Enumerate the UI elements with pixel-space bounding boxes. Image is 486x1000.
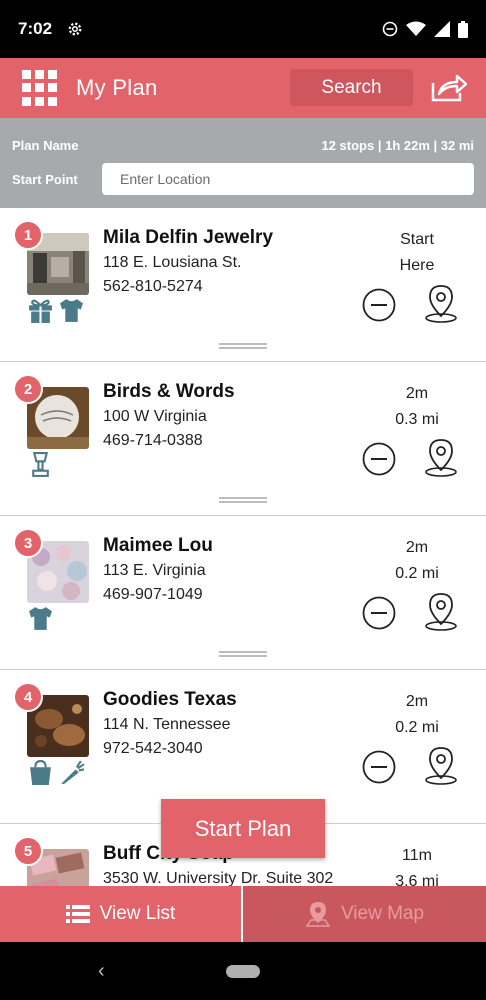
stop-name: Maimee Lou <box>103 535 213 556</box>
stop-name: Birds & Words <box>103 381 235 402</box>
battery-icon <box>458 20 468 38</box>
stop-number-badge: 3 <box>13 528 43 558</box>
stops-list: 1 Mila Delfin Jewelry 118 E. Lousiana St… <box>0 208 486 886</box>
remove-stop-icon[interactable] <box>362 596 396 630</box>
lamp-icon <box>32 452 49 477</box>
home-pill[interactable] <box>226 965 260 978</box>
stop-categories <box>27 451 54 478</box>
plan-stats: 12 stops | 1h 22m | 32 mi <box>321 138 474 153</box>
stop-travel-info: 11m 3.6 mi <box>372 843 462 886</box>
stop-item[interactable]: 2 Birds & Words 100 W Virginia 469-714-0… <box>0 362 486 516</box>
stop-item[interactable]: 1 Mila Delfin Jewelry 118 E. Lousiana St… <box>0 208 486 362</box>
stop-travel-time: 2m <box>405 385 429 402</box>
stop-phone[interactable]: 469-907-1049 <box>103 586 203 604</box>
start-plan-button[interactable]: Start Plan <box>161 799 325 858</box>
stop-name: Goodies Texas <box>103 689 237 710</box>
search-button[interactable]: Search <box>290 69 413 106</box>
page-title: My Plan <box>76 75 158 100</box>
stop-categories <box>27 759 85 786</box>
stop-travel-time: Start <box>400 231 434 248</box>
drag-handle[interactable] <box>219 651 267 658</box>
stop-travel-distance: 0.2 mi <box>395 565 439 582</box>
stop-item[interactable]: 3 Maimee Lou 113 E. Virginia 469-907-104… <box>0 516 486 670</box>
stop-travel-distance: 3.6 mi <box>395 873 439 886</box>
map-pin-icon[interactable] <box>424 592 458 632</box>
stop-travel-info: 2m 0.2 mi <box>372 689 462 741</box>
stop-address: 3530 W. University Dr. Suite 302 <box>103 870 334 886</box>
tab-view-map[interactable]: View Map <box>243 886 486 942</box>
stop-address: 113 E. Virginia <box>103 562 206 579</box>
map-marker-icon <box>305 902 331 927</box>
stop-travel-time: 11m <box>402 847 432 864</box>
tab-view-list[interactable]: View List <box>0 886 243 942</box>
stop-categories <box>27 605 54 632</box>
plan-name-label: Plan Name <box>12 138 79 153</box>
stop-phone[interactable]: 972-542-3040 <box>103 740 203 758</box>
app-bar: My Plan Search <box>0 58 486 118</box>
drag-handle[interactable] <box>219 497 267 504</box>
map-pin-icon[interactable] <box>424 746 458 786</box>
stop-phone[interactable]: 562-810-5274 <box>103 278 203 296</box>
menu-grid-icon[interactable] <box>22 70 58 106</box>
stop-travel-distance: 0.3 mi <box>395 411 439 428</box>
stop-travel-info: 2m 0.3 mi <box>372 381 462 433</box>
status-bar: 7:02 <box>0 0 486 58</box>
shopping-bag-icon <box>30 760 51 785</box>
plan-header: Plan Name 12 stops | 1h 22m | 32 mi Star… <box>0 118 486 208</box>
stop-travel-time: 2m <box>405 693 429 710</box>
stop-travel-distance: Here <box>399 257 435 274</box>
wifi-icon <box>406 21 426 36</box>
tshirt-icon <box>29 607 52 630</box>
start-location-input[interactable] <box>102 163 474 195</box>
stop-number-badge: 4 <box>13 682 43 712</box>
status-icons <box>382 20 468 38</box>
stop-categories <box>27 297 85 324</box>
remove-stop-icon[interactable] <box>362 288 396 322</box>
start-point-label: Start Point <box>12 172 78 187</box>
stop-travel-time: 2m <box>405 539 429 556</box>
status-time: 7:02 <box>18 19 53 38</box>
carrot-icon <box>61 760 85 784</box>
stop-number-badge: 1 <box>13 220 43 250</box>
stop-name: Mila Delfin Jewelry <box>103 227 274 248</box>
stop-travel-info: Start Here <box>372 227 462 279</box>
back-icon[interactable]: ‹ <box>98 960 105 983</box>
list-icon <box>65 905 90 923</box>
stop-number-badge: 5 <box>13 836 43 866</box>
system-nav-bar: ‹ <box>0 942 486 1000</box>
stop-travel-info: 2m 0.2 mi <box>372 535 462 587</box>
tshirt-icon <box>60 299 83 322</box>
tab-view-list-label: View List <box>99 903 176 924</box>
tab-view-map-label: View Map <box>340 903 425 924</box>
stop-address: 100 W Virginia <box>103 408 207 425</box>
bottom-tabs: View List View Map <box>0 886 486 942</box>
remove-stop-icon[interactable] <box>362 750 396 784</box>
map-pin-icon[interactable] <box>424 284 458 324</box>
signal-icon <box>434 21 450 37</box>
settings-icon <box>68 22 82 36</box>
stop-phone[interactable]: 469-714-0388 <box>103 432 203 450</box>
map-pin-icon[interactable] <box>424 438 458 478</box>
drag-handle[interactable] <box>219 343 267 350</box>
stop-travel-distance: 0.2 mi <box>395 719 439 736</box>
stop-address: 114 N. Tennessee <box>103 716 231 733</box>
do-not-disturb-icon <box>382 21 398 37</box>
stop-number-badge: 2 <box>13 374 43 404</box>
share-icon[interactable] <box>430 73 468 103</box>
stop-address: 118 E. Lousiana St. <box>103 254 242 271</box>
gift-icon <box>29 299 52 323</box>
remove-stop-icon[interactable] <box>362 442 396 476</box>
